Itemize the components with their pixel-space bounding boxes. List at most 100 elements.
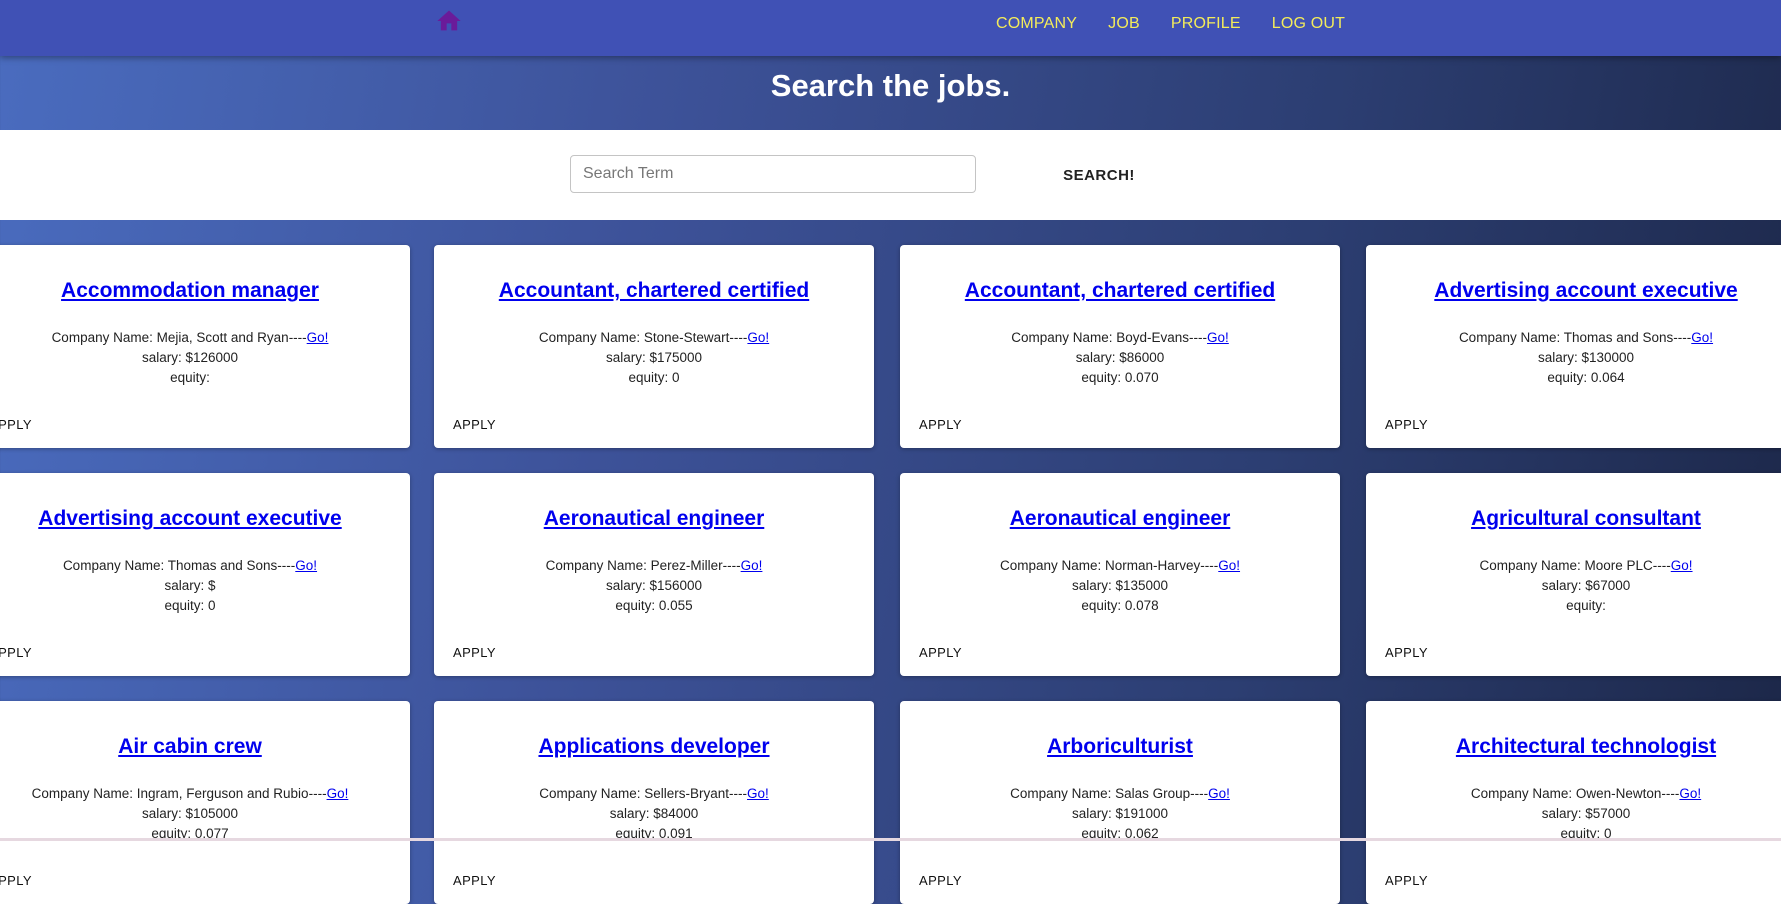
job-details: Company Name: Mejia, Scott and Ryan----G… <box>0 328 410 388</box>
search-input[interactable] <box>570 155 976 193</box>
company-label: Company Name: <box>1011 330 1117 345</box>
job-title-link[interactable]: Agricultural consultant <box>1366 499 1781 539</box>
company-label: Company Name: <box>62 558 168 573</box>
job-title-link[interactable]: Applications developer <box>434 727 874 767</box>
apply-button[interactable]: APPLY <box>0 645 32 660</box>
job-title-link[interactable]: Advertising account executive <box>1366 271 1781 311</box>
job-title-link[interactable]: Aeronautical engineer <box>434 499 874 539</box>
equity-value: 0 <box>672 370 680 385</box>
equity-line: equity: 0.070 <box>900 368 1340 388</box>
company-go-link[interactable]: Go! <box>1691 330 1713 345</box>
job-title-link[interactable]: Aeronautical engineer <box>900 499 1340 539</box>
company-label: Company Name: <box>1479 558 1585 573</box>
company-go-link[interactable]: Go! <box>307 330 329 345</box>
company-line: Company Name: Thomas and Sons----Go! <box>0 556 410 576</box>
job-title-link[interactable]: Advertising account executive <box>0 499 410 539</box>
apply-button[interactable]: APPLY <box>919 417 962 432</box>
salary-value: 126000 <box>192 350 239 365</box>
company-label: Company Name: <box>545 558 651 573</box>
search-button[interactable]: SEARCH! <box>1054 160 1144 190</box>
salary-line: salary: $57000 <box>1366 804 1781 824</box>
equity-value: 0.055 <box>658 598 693 613</box>
company-go-link[interactable]: Go! <box>741 558 763 573</box>
company-separator: ---- <box>1189 330 1208 345</box>
salary-value: 130000 <box>1588 350 1635 365</box>
company-separator: ---- <box>722 558 741 573</box>
company-line: Company Name: Sellers-Bryant----Go! <box>434 784 874 804</box>
job-title-link[interactable]: Arboriculturist <box>900 727 1340 767</box>
company-label: Company Name: <box>51 330 157 345</box>
company-go-link[interactable]: Go! <box>295 558 317 573</box>
apply-button[interactable]: APPLY <box>453 417 496 432</box>
company-label: Company Name: <box>539 786 645 801</box>
salary-label: salary: $ <box>141 350 193 365</box>
salary-line: salary: $135000 <box>900 576 1340 596</box>
company-go-link[interactable]: Go! <box>1671 558 1693 573</box>
salary-value: 191000 <box>1122 806 1169 821</box>
company-label: Company Name: <box>1010 786 1116 801</box>
equity-line: equity: <box>0 368 410 388</box>
job-card-accountant-chartered-certified: Accountant, chartered certified Company N… <box>434 245 874 448</box>
apply-button[interactable]: APPLY <box>453 645 496 660</box>
equity-line: equity: 0 <box>1366 824 1781 844</box>
job-card-aeronautical-engineer: Aeronautical engineer Company Name: Norma… <box>900 473 1340 676</box>
equity-label: equity: <box>170 370 210 385</box>
company-go-link[interactable]: Go! <box>747 330 769 345</box>
nav-profile-link[interactable]: PROFILE <box>1171 14 1241 34</box>
job-details: Company Name: Owen-Newton----Go! salary: … <box>1366 784 1781 844</box>
equity-line: equity: 0.091 <box>434 824 874 844</box>
company-line: Company Name: Mejia, Scott and Ryan----G… <box>0 328 410 348</box>
company-go-link[interactable]: Go! <box>1218 558 1240 573</box>
apply-button[interactable]: APPLY <box>1385 645 1428 660</box>
company-name: Perez-Miller <box>650 558 723 573</box>
job-title-link[interactable]: Architectural technologist <box>1366 727 1781 767</box>
salary-line: salary: $ <box>0 576 410 596</box>
apply-button[interactable]: APPLY <box>0 873 32 888</box>
equity-line: equity: 0 <box>0 596 410 616</box>
apply-button[interactable]: APPLY <box>1385 417 1428 432</box>
company-line: Company Name: Thomas and Sons----Go! <box>1366 328 1781 348</box>
job-title-link[interactable]: Accommodation manager <box>0 271 410 311</box>
nav-company-link[interactable]: COMPANY <box>996 14 1077 34</box>
job-details: Company Name: Perez-Miller----Go! salary:… <box>434 556 874 616</box>
job-card-architectural-technologist: Architectural technologist Company Name: … <box>1366 701 1781 904</box>
company-line: Company Name: Stone-Stewart----Go! <box>434 328 874 348</box>
company-name: Ingram, Ferguson and Rubio <box>136 786 309 801</box>
salary-line: salary: $84000 <box>434 804 874 824</box>
company-go-link[interactable]: Go! <box>1679 786 1701 801</box>
job-title-link[interactable]: Accountant, chartered certified <box>434 271 874 311</box>
apply-button[interactable]: APPLY <box>919 645 962 660</box>
equity-line: equity: 0 <box>434 368 874 388</box>
equity-label: equity: <box>615 598 659 613</box>
salary-label: salary: $ <box>605 578 657 593</box>
home-icon[interactable] <box>434 7 464 35</box>
job-card-accommodation-manager: Accommodation manager Company Name: Mejia… <box>0 245 410 448</box>
company-go-link[interactable]: Go! <box>747 786 769 801</box>
job-title-link[interactable]: Accountant, chartered certified <box>900 271 1340 311</box>
company-name: Moore PLC <box>1584 558 1653 573</box>
salary-value: 84000 <box>660 806 699 821</box>
job-card-advertising-account-executive: Advertising account executive Company Nam… <box>1366 245 1781 448</box>
job-details: Company Name: Ingram, Ferguson and Rubio… <box>0 784 410 844</box>
company-go-link[interactable]: Go! <box>1208 786 1230 801</box>
salary-value: 175000 <box>656 350 703 365</box>
nav-job-link[interactable]: JOB <box>1108 14 1140 34</box>
company-label: Company Name: <box>1470 786 1576 801</box>
apply-button[interactable]: APPLY <box>919 873 962 888</box>
salary-label: salary: $ <box>164 578 216 593</box>
company-separator: ---- <box>277 558 296 573</box>
company-line: Company Name: Perez-Miller----Go! <box>434 556 874 576</box>
company-name: Sellers-Bryant <box>644 786 730 801</box>
nav-logout-link[interactable]: LOG OUT <box>1272 14 1345 34</box>
apply-button[interactable]: APPLY <box>453 873 496 888</box>
company-name: Boyd-Evans <box>1116 330 1190 345</box>
salary-line: salary: $86000 <box>900 348 1340 368</box>
company-separator: ---- <box>729 786 748 801</box>
apply-button[interactable]: APPLY <box>0 417 32 432</box>
company-go-link[interactable]: Go! <box>1207 330 1229 345</box>
job-title-link[interactable]: Air cabin crew <box>0 727 410 767</box>
salary-value: 67000 <box>1592 578 1631 593</box>
apply-button[interactable]: APPLY <box>1385 873 1428 888</box>
job-card-accountant-chartered-certified: Accountant, chartered certified Company N… <box>900 245 1340 448</box>
company-go-link[interactable]: Go! <box>327 786 349 801</box>
